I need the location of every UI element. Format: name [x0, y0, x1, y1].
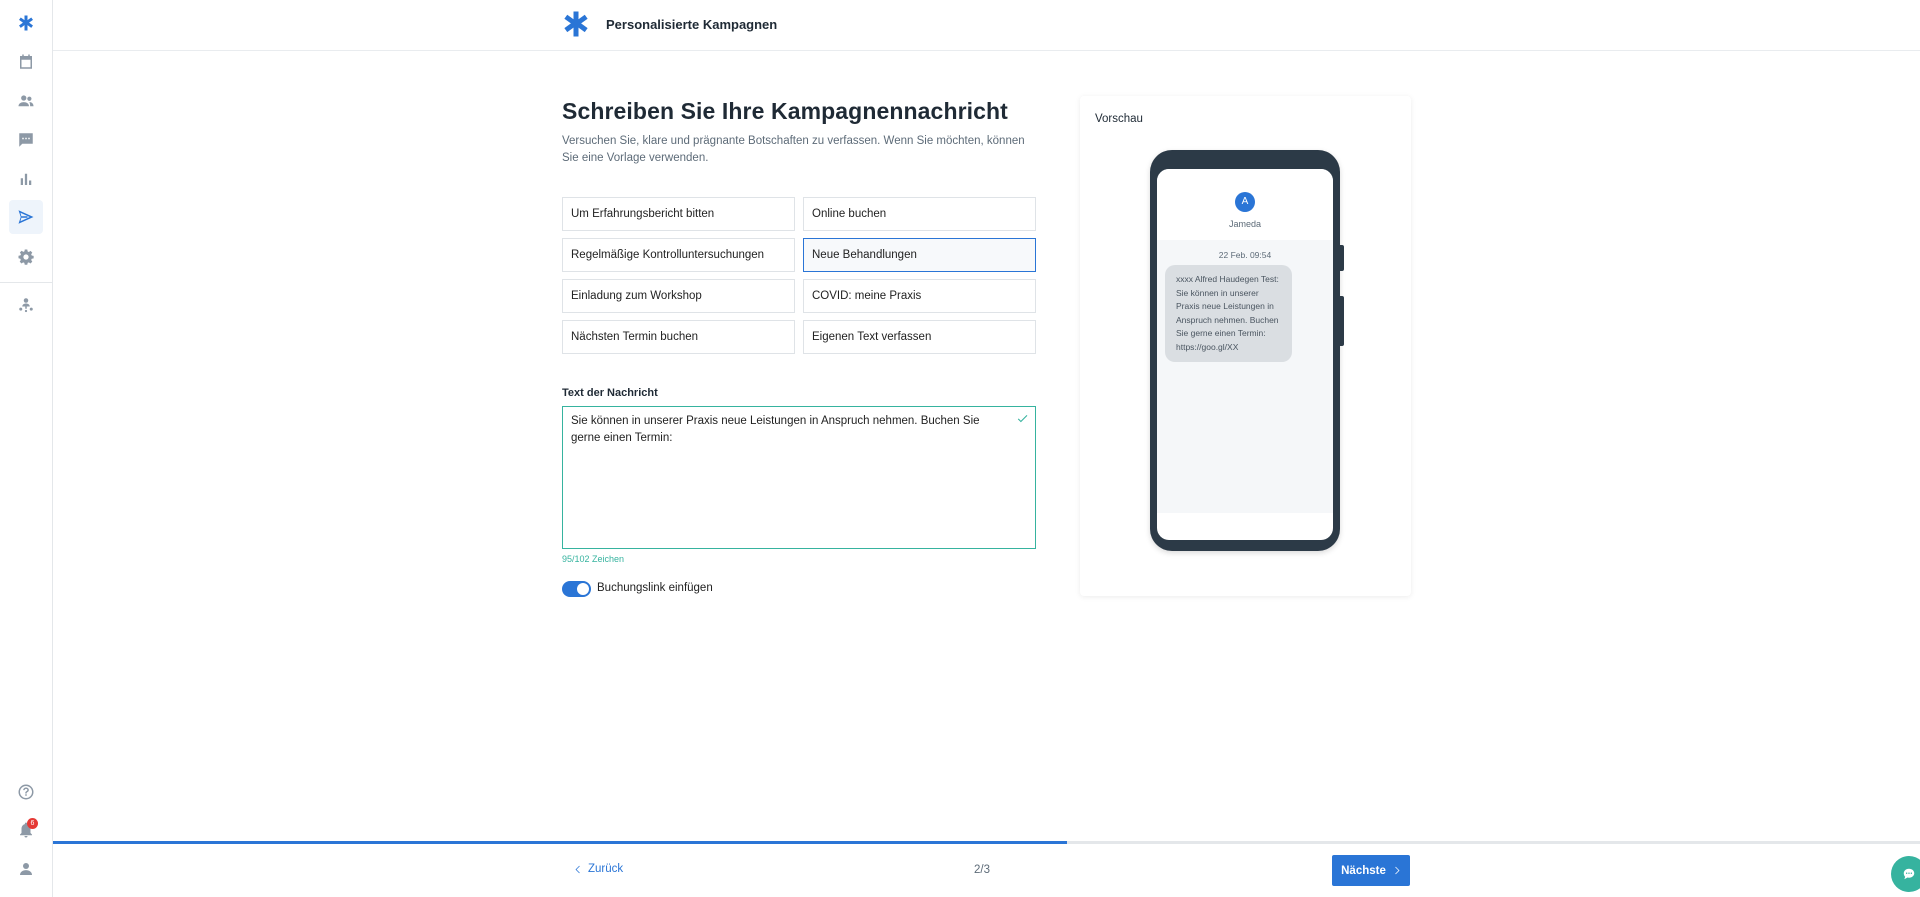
- back-button[interactable]: Zurück: [574, 863, 623, 875]
- message-textarea[interactable]: [563, 407, 1035, 548]
- message-timestamp: 22 Feb. 09:54: [1218, 250, 1272, 260]
- phone-mockup: A Jameda 22 Feb. 09:54 xxxx Alfred Haude…: [1150, 150, 1344, 551]
- avatar: A: [1235, 192, 1255, 212]
- template-option[interactable]: Nächsten Termin buchen: [562, 320, 795, 354]
- gear-icon[interactable]: [9, 240, 43, 274]
- message-label: Text der Nachricht: [562, 387, 658, 399]
- template-label: Um Erfahrungsbericht bitten: [571, 208, 715, 220]
- header-title: Personalisierte Kampagnen: [606, 17, 778, 32]
- booking-link-toggle[interactable]: [562, 581, 591, 597]
- back-label: Zurück: [588, 863, 624, 875]
- next-button[interactable]: Nächste: [1332, 855, 1410, 886]
- support-chat-button[interactable]: [1891, 856, 1920, 892]
- phone-side-button: [1340, 296, 1344, 346]
- step-indicator: 2/3: [974, 864, 990, 876]
- contact-name: Jameda: [1228, 219, 1262, 229]
- phone-contact-header: A Jameda: [1157, 169, 1333, 240]
- template-label: COVID: meine Praxis: [812, 290, 922, 302]
- page-title: Schreiben Sie Ihre Kampagnennachricht: [562, 98, 1008, 124]
- team-icon[interactable]: [9, 288, 43, 322]
- top-header: Personalisierte Kampagnen: [53, 0, 1920, 51]
- check-icon: [1017, 415, 1028, 423]
- progress-bar: [53, 841, 1920, 844]
- chat-icon[interactable]: [9, 123, 43, 157]
- template-option[interactable]: Um Erfahrungsbericht bitten: [562, 197, 795, 231]
- brand-logo-icon: [564, 11, 588, 37]
- template-label: Online buchen: [812, 208, 887, 220]
- template-label: Neue Behandlungen: [812, 249, 917, 261]
- chat-bubble-icon: [1903, 868, 1915, 880]
- template-label: Regelmäßige Kontrolluntersuchungen: [571, 249, 765, 261]
- template-option[interactable]: Eigenen Text verfassen: [803, 320, 1036, 354]
- logo-icon[interactable]: [9, 6, 43, 40]
- sidebar: 6: [0, 0, 53, 897]
- help-icon[interactable]: [9, 775, 43, 809]
- progress-fill: [53, 841, 1067, 844]
- character-counter: 95/102 Zeichen: [562, 554, 625, 564]
- chevron-right-icon: [1395, 866, 1400, 875]
- preview-card: Vorschau A Jameda 22 Feb. 09:54 xxxx Alf…: [1080, 96, 1411, 596]
- users-icon[interactable]: [9, 84, 43, 118]
- template-option[interactable]: COVID: meine Praxis: [803, 279, 1036, 313]
- message-field-wrapper: [562, 406, 1036, 549]
- template-option[interactable]: Einladung zum Workshop: [562, 279, 795, 313]
- chevron-left-icon: [575, 865, 580, 873]
- phone-side-button: [1340, 245, 1344, 271]
- notification-badge: 6: [27, 818, 38, 829]
- booking-link-label: Buchungslink einfügen: [597, 582, 713, 594]
- preview-title: Vorschau: [1095, 113, 1143, 125]
- send-icon[interactable]: [9, 200, 43, 234]
- user-icon[interactable]: [9, 852, 43, 886]
- template-option[interactable]: Regelmäßige Kontrolluntersuchungen: [562, 238, 795, 272]
- template-option[interactable]: Online buchen: [803, 197, 1036, 231]
- template-label: Eigenen Text verfassen: [812, 331, 932, 343]
- page-subtitle: Versuchen Sie, klare und prägnante Botsc…: [562, 135, 1025, 164]
- bell-icon[interactable]: 6: [9, 813, 43, 847]
- chat-area: 22 Feb. 09:54 xxxx Alfred Haudegen Test:…: [1157, 240, 1333, 513]
- template-label: Nächsten Termin buchen: [571, 331, 698, 343]
- message-bubble: xxxx Alfred Haudegen Test: Sie können in…: [1165, 265, 1292, 362]
- template-label: Einladung zum Workshop: [571, 290, 702, 302]
- bar-chart-icon[interactable]: [9, 162, 43, 196]
- calendar-icon[interactable]: [9, 45, 43, 79]
- phone-screen: A Jameda 22 Feb. 09:54 xxxx Alfred Haude…: [1157, 169, 1333, 540]
- sidebar-divider: [0, 282, 53, 283]
- next-label: Nächste: [1341, 864, 1386, 877]
- template-option-selected[interactable]: Neue Behandlungen: [803, 238, 1036, 272]
